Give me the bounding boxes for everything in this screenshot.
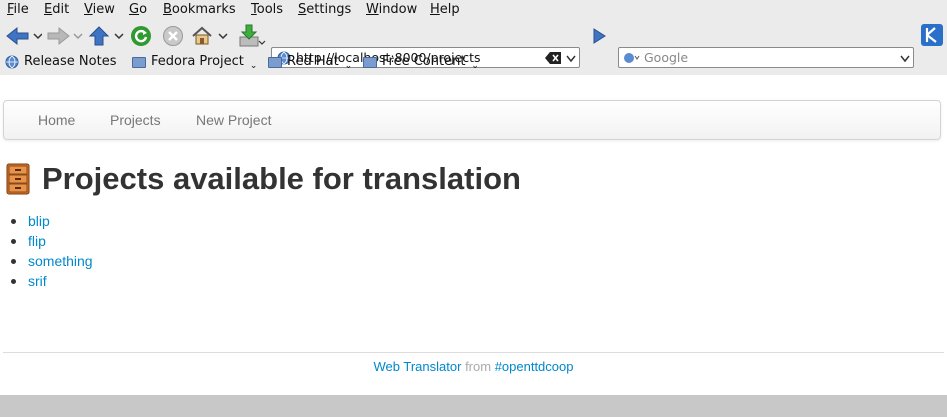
home-icon xyxy=(192,26,228,45)
list-item: flip xyxy=(10,231,93,251)
menu-bookmarks[interactable]: Bookmarks xyxy=(163,2,236,17)
chevron-down-icon: ⌄ xyxy=(344,60,353,71)
bookmark-folder-free-content[interactable]: Free Content ⌄ xyxy=(363,54,479,71)
back-arrow-icon xyxy=(6,26,42,46)
page-content: Home Projects New Project Projects avail… xyxy=(0,75,947,395)
project-link-blip[interactable]: blip xyxy=(28,213,50,229)
project-list: blip flip something srif xyxy=(10,211,93,291)
chevron-down-icon: ⌄ xyxy=(471,60,479,71)
bookmarks-toolbar: Release Notes Fedora Project ⌄ Red Hat ⌄… xyxy=(0,51,947,75)
menu-bar: File Edit View Go Bookmarks Tools Settin… xyxy=(0,0,947,22)
footer-from-text: from xyxy=(465,359,495,374)
folder-icon xyxy=(132,57,146,68)
footer-org-link[interactable]: #openttdcoop xyxy=(495,359,574,374)
menu-settings[interactable]: Settings xyxy=(298,2,351,17)
go-button[interactable] xyxy=(590,25,608,47)
stop-button[interactable] xyxy=(162,25,184,47)
forward-button[interactable] xyxy=(46,25,84,47)
globe-icon xyxy=(5,55,19,68)
home-button[interactable] xyxy=(191,25,231,47)
bookmark-release-notes[interactable]: Release Notes xyxy=(5,54,116,69)
nav-projects-link[interactable]: Projects xyxy=(110,112,161,128)
back-button[interactable] xyxy=(4,25,42,47)
menu-go[interactable]: Go xyxy=(129,2,147,17)
go-arrow-icon xyxy=(593,28,606,44)
footer-divider xyxy=(3,352,944,353)
download-button[interactable] xyxy=(238,24,266,47)
site-navbar: Home Projects New Project xyxy=(3,100,941,140)
list-item: srif xyxy=(10,271,93,291)
project-link-something[interactable]: something xyxy=(28,253,93,269)
download-icon xyxy=(239,24,266,47)
footer-app-link[interactable]: Web Translator xyxy=(374,359,462,374)
browser-chrome: File Edit View Go Bookmarks Tools Settin… xyxy=(0,0,947,75)
up-button[interactable] xyxy=(88,25,126,47)
reload-icon xyxy=(131,26,151,46)
forward-arrow-icon xyxy=(47,26,83,46)
project-link-srif[interactable]: srif xyxy=(28,273,47,289)
nav-new-project-link[interactable]: New Project xyxy=(196,112,271,128)
kde-logo-icon xyxy=(921,24,943,46)
menu-tools[interactable]: Tools xyxy=(251,2,283,17)
menu-edit[interactable]: Edit xyxy=(44,2,69,17)
bookmark-folder-fedora[interactable]: Fedora Project ⌄ xyxy=(132,54,258,71)
status-bar xyxy=(0,395,947,417)
list-item: blip xyxy=(10,211,93,231)
menu-file[interactable]: File xyxy=(7,2,29,17)
reload-button[interactable] xyxy=(130,25,152,47)
bookmark-label: Red Hat xyxy=(287,54,339,69)
menu-window[interactable]: Window xyxy=(366,2,417,17)
project-link-flip[interactable]: flip xyxy=(28,233,46,249)
menu-view[interactable]: View xyxy=(84,2,115,17)
folder-icon xyxy=(268,57,282,68)
stop-icon xyxy=(163,26,183,46)
menu-help[interactable]: Help xyxy=(430,2,460,17)
bookmark-label: Fedora Project xyxy=(151,54,244,69)
up-arrow-icon xyxy=(88,26,124,46)
page-title: Projects available for translation xyxy=(42,161,521,196)
bookmark-label: Release Notes xyxy=(24,54,117,69)
bookmark-folder-redhat[interactable]: Red Hat ⌄ xyxy=(268,54,353,71)
nav-home-link[interactable]: Home xyxy=(38,112,75,128)
kde-button[interactable] xyxy=(920,24,944,46)
list-item: something xyxy=(10,251,93,271)
folder-icon xyxy=(363,57,377,68)
footer: Web Translator from #openttdcoop xyxy=(0,359,947,374)
page-heading: Projects available for translation xyxy=(6,161,521,197)
file-cabinet-icon xyxy=(6,163,30,195)
bookmark-label: Free Content xyxy=(382,54,466,69)
chevron-down-icon: ⌄ xyxy=(249,60,258,71)
navigation-toolbar: http://localhost:8000/projects Google xyxy=(0,22,947,68)
